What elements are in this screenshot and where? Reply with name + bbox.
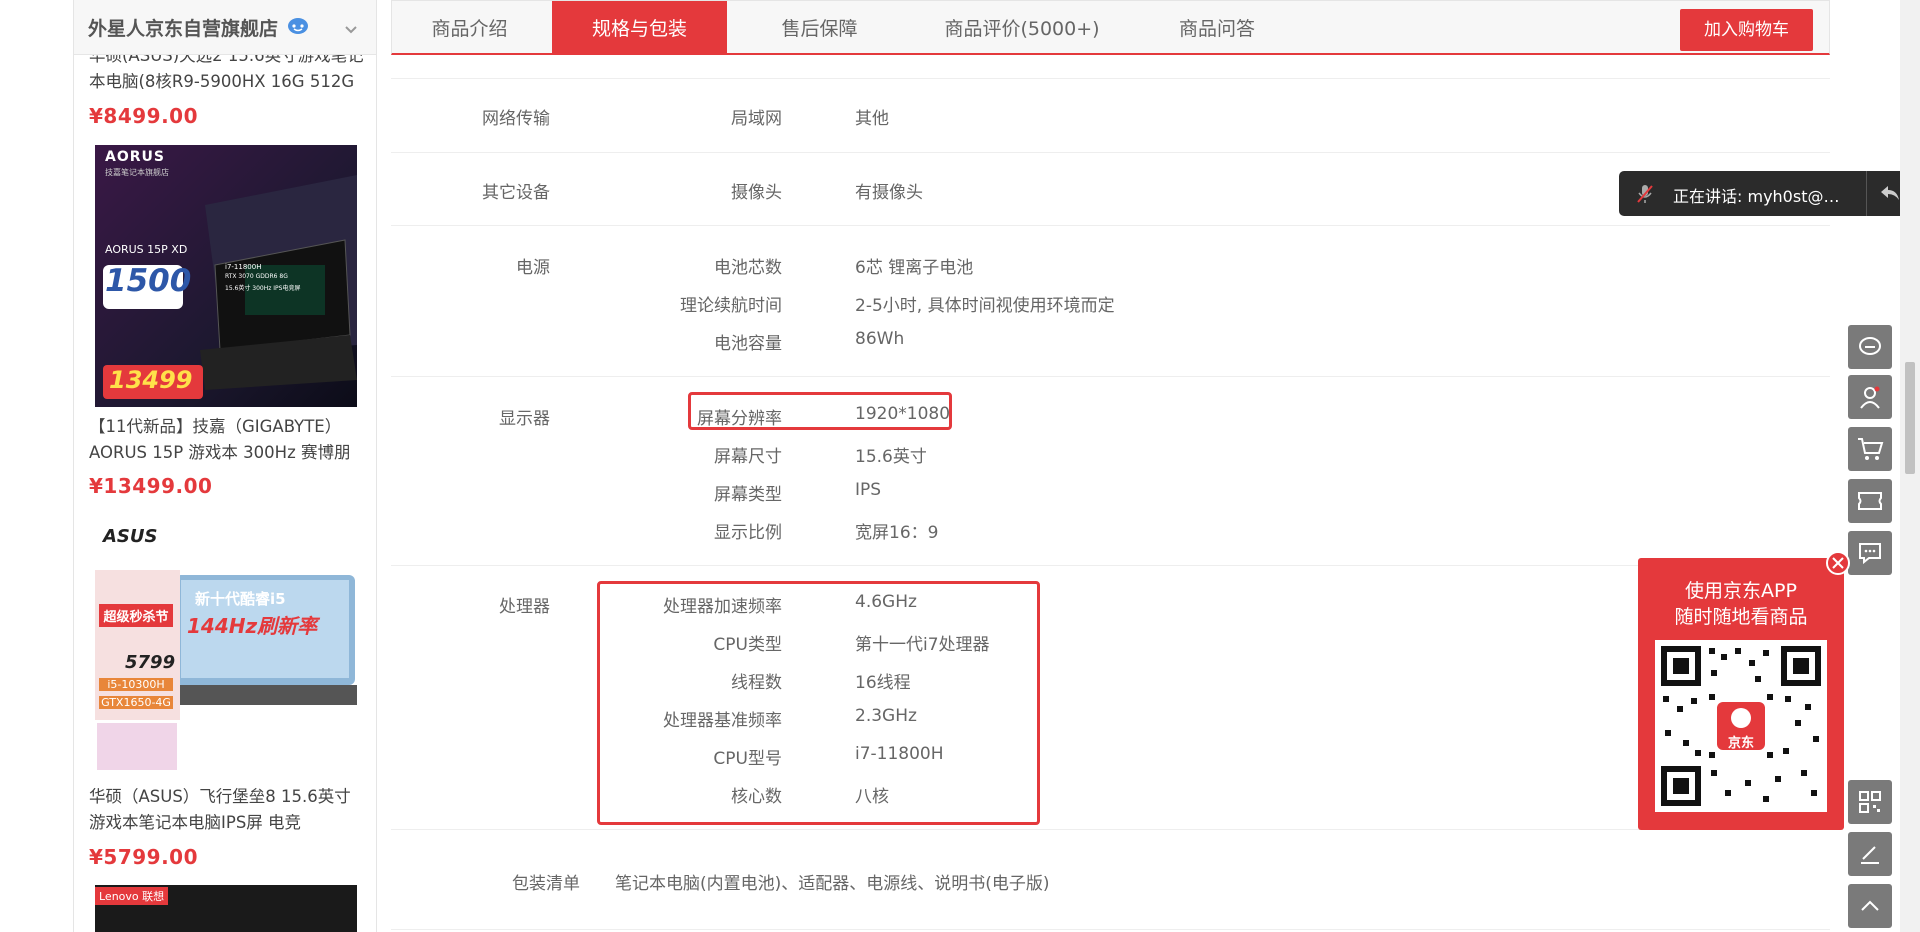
spec-key: 线程数 bbox=[731, 673, 782, 693]
product-image-lenovo[interactable]: Lenovo 联想 bbox=[95, 885, 357, 932]
detail-tabs: 商品介绍 规格与包装 售后保障 商品评价(5000+) 商品问答 加入购物车 bbox=[391, 0, 1830, 55]
asus-logo: ASUS bbox=[103, 526, 158, 547]
tab-qa[interactable]: 商品问答 bbox=[1147, 1, 1287, 54]
tab-product-intro[interactable]: 商品介绍 bbox=[392, 1, 547, 54]
tab-after-sales[interactable]: 售后保障 bbox=[752, 1, 887, 54]
product-title[interactable]: 【11代新品】技嘉（GIGABYTE）AORUS 15P 游戏本 300Hz 赛… bbox=[89, 414, 364, 466]
spec-key: 局域网 bbox=[731, 109, 782, 129]
spec-value: 6芯 锂离子电池 bbox=[855, 258, 974, 278]
divider bbox=[391, 929, 1830, 930]
qr-code-icon[interactable] bbox=[1848, 780, 1892, 824]
app-qr-code: 京东 bbox=[1655, 640, 1827, 812]
spec-value: 宽屏16：9 bbox=[855, 523, 939, 543]
store-sidebar: 外星人京东自营旗舰店 华硕(ASUS)天选2 15.6英寸游戏笔记本电脑(8核R… bbox=[73, 0, 377, 932]
spec-key: 屏幕分辨率 bbox=[697, 409, 782, 429]
speaking-status: 正在讲话: myh0st@信安... bbox=[1673, 187, 1853, 206]
spec-value: 第十一代i7处理器 bbox=[855, 635, 990, 655]
spec-key: CPU类型 bbox=[713, 635, 782, 655]
product-image-aorus[interactable]: AORUS 技嘉笔记本旗舰店 AORUS 15P XD 1500 i7-1180… bbox=[95, 145, 357, 407]
promo-amount: 1500 bbox=[105, 263, 192, 299]
product-price: ¥13499.00 bbox=[89, 474, 213, 498]
spec-key: 显示比例 bbox=[714, 523, 782, 543]
user-account-icon[interactable] bbox=[1848, 375, 1892, 419]
spec-key: 核心数 bbox=[731, 787, 782, 807]
promo-subtitle: 随时随地看商品 bbox=[1674, 606, 1808, 628]
coupon-icon[interactable] bbox=[1848, 479, 1892, 523]
product-price: ¥8499.00 bbox=[89, 104, 199, 128]
divider bbox=[391, 78, 1830, 79]
spec-value: 86Wh bbox=[855, 329, 905, 349]
cart-icon[interactable] bbox=[1848, 427, 1892, 471]
spec-key: 电池容量 bbox=[714, 334, 782, 354]
page-scrollbar[interactable] bbox=[1900, 0, 1920, 932]
product-title[interactable]: 华硕（ASUS）飞行堡垒8 15.6英寸游戏本笔记本电脑IPS屏 电竞 bbox=[89, 784, 364, 836]
spec-key: 电池芯数 bbox=[714, 258, 782, 278]
spec-key: 摄像头 bbox=[731, 183, 782, 203]
add-to-cart-button[interactable]: 加入购物车 bbox=[1680, 9, 1813, 51]
back-to-top-icon[interactable] bbox=[1848, 884, 1892, 928]
spec-value: i7-11800H bbox=[855, 744, 944, 764]
store-name[interactable]: 外星人京东自营旗舰店 bbox=[88, 14, 278, 41]
jd-logo: 京东 bbox=[1727, 736, 1754, 751]
close-promo-icon[interactable] bbox=[1826, 551, 1850, 575]
chevron-down-icon[interactable] bbox=[344, 20, 358, 39]
promo-title: 使用京东APP bbox=[1685, 580, 1797, 602]
spec-value: 16线程 bbox=[855, 673, 911, 693]
tab-reviews[interactable]: 商品评价(5000+) bbox=[912, 1, 1132, 54]
store-header[interactable]: 外星人京东自营旗舰店 bbox=[74, 0, 376, 55]
divider bbox=[391, 565, 1830, 566]
spec-value: 其他 bbox=[855, 109, 889, 129]
feedback-chat-icon[interactable] bbox=[1848, 531, 1892, 575]
message-icon[interactable] bbox=[1848, 325, 1892, 369]
spec-key: 处理器基准频率 bbox=[663, 711, 782, 731]
package-contents: 笔记本电脑(内置电池)、适配器、电源线、说明书(电子版) bbox=[615, 874, 1050, 894]
microphone-muted-icon[interactable] bbox=[1635, 183, 1655, 209]
app-download-promo[interactable]: 使用京东APP 随时随地看商品 京东 bbox=[1638, 558, 1844, 830]
spec-value: 15.6英寸 bbox=[855, 447, 927, 467]
customer-service-icon[interactable] bbox=[286, 16, 310, 38]
divider bbox=[391, 225, 1830, 226]
divider bbox=[391, 829, 1830, 830]
spec-value: 八核 bbox=[855, 787, 889, 807]
spec-value: 2-5小时, 具体时间视使用环境而定 bbox=[855, 296, 1115, 316]
divider bbox=[391, 152, 1830, 153]
spec-value: 1920*1080 bbox=[855, 404, 951, 424]
spec-key: 理论续航时间 bbox=[680, 296, 782, 316]
spec-key: 屏幕尺寸 bbox=[714, 447, 782, 467]
aorus-logo: AORUS bbox=[105, 149, 165, 165]
product-image-asus[interactable]: ASUS 超级秒杀节 5799 i5-10300H GTX1650-4G 新十代… bbox=[95, 520, 357, 772]
spec-value: 2.3GHz bbox=[855, 706, 917, 726]
package-label: 包装清单 bbox=[512, 874, 580, 894]
divider bbox=[391, 376, 1830, 377]
spec-value: 有摄像头 bbox=[855, 183, 923, 203]
spec-value: 4.6GHz bbox=[855, 592, 917, 612]
edit-feedback-icon[interactable] bbox=[1848, 832, 1892, 876]
return-icon[interactable] bbox=[1879, 183, 1901, 207]
voice-call-bar[interactable]: 正在讲话: myh0st@信安... bbox=[1619, 171, 1912, 216]
spec-key: 屏幕类型 bbox=[714, 485, 782, 505]
scrollbar-thumb[interactable] bbox=[1905, 362, 1915, 474]
spec-key: CPU型号 bbox=[713, 749, 782, 769]
product-price: ¥5799.00 bbox=[89, 845, 199, 869]
tab-specs-packaging[interactable]: 规格与包装 bbox=[552, 1, 727, 54]
spec-value: IPS bbox=[855, 480, 882, 500]
spec-key: 处理器加速频率 bbox=[663, 597, 782, 617]
